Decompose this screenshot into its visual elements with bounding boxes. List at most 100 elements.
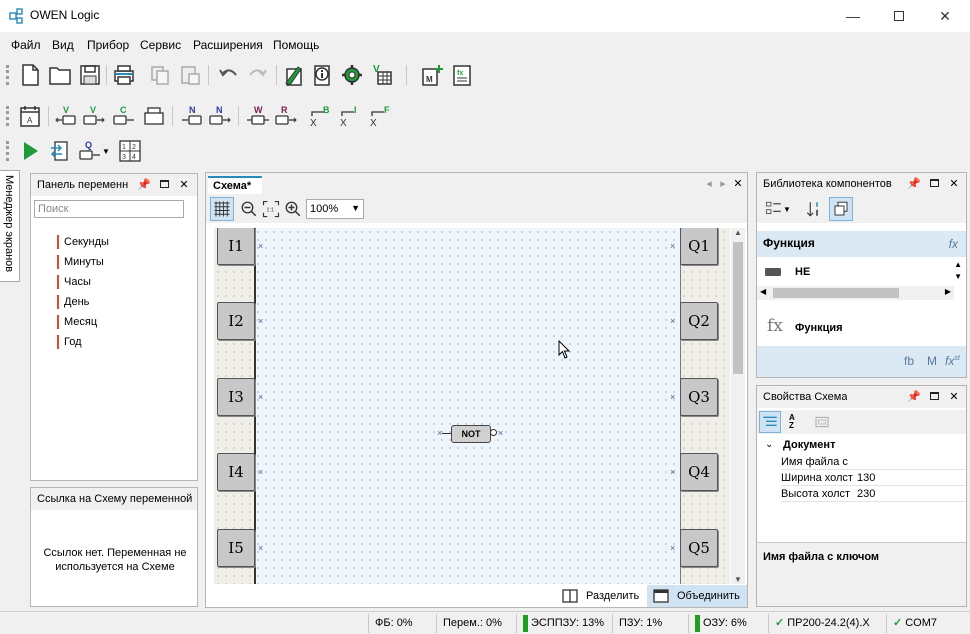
order-button[interactable]: 1234: [116, 137, 144, 165]
close-panel-icon[interactable]: ✕: [177, 177, 191, 191]
output-block-q1[interactable]: Q1: [680, 228, 718, 265]
zoom-in-button[interactable]: [282, 197, 304, 221]
zoom-actual-button[interactable]: 1:1: [260, 197, 282, 221]
input-pin[interactable]: ×: [258, 393, 264, 402]
menu-file[interactable]: Файл: [11, 38, 41, 52]
library-view-dropdown[interactable]: ▼: [761, 197, 795, 221]
undo-button[interactable]: [214, 61, 242, 89]
property-row-canvas-height[interactable]: Высота холст 230: [781, 486, 966, 502]
scroll-down-icon[interactable]: ▼: [734, 575, 742, 584]
grid-toggle-button[interactable]: [210, 197, 234, 221]
scroll-right-icon[interactable]: ▶: [945, 287, 951, 296]
scrollbar-thumb[interactable]: [773, 288, 899, 298]
screen-manager-tab[interactable]: Менеджер экранов: [0, 170, 20, 282]
pin-icon[interactable]: 📌: [907, 389, 921, 403]
net-input-button[interactable]: N: [178, 102, 206, 130]
scroll-left-icon[interactable]: ◀: [760, 287, 766, 296]
output-block-q2[interactable]: Q2: [680, 302, 718, 340]
input-block-i4[interactable]: I4: [217, 453, 255, 491]
device-info-button[interactable]: [308, 61, 336, 89]
transfer-button[interactable]: [46, 137, 74, 165]
property-value[interactable]: 230: [857, 486, 875, 502]
variable-item-seconds[interactable]: Секунды: [57, 235, 109, 249]
tab-scroll-right-icon[interactable]: ▸: [716, 176, 730, 190]
output-block-q3[interactable]: Q3: [680, 378, 718, 416]
output-pin[interactable]: ×: [670, 317, 676, 326]
open-button[interactable]: [46, 61, 74, 89]
save-button[interactable]: [76, 61, 104, 89]
device-write-button[interactable]: [280, 61, 308, 89]
int-link-button[interactable]: IX: [336, 102, 364, 130]
input-pin[interactable]: ×: [258, 242, 264, 251]
var-output-button[interactable]: V: [80, 102, 108, 130]
variable-item-hours[interactable]: Часы: [57, 275, 91, 289]
output-pin[interactable]: ×: [670, 468, 676, 477]
settings-button[interactable]: [338, 61, 366, 89]
list-horizontal-scrollbar[interactable]: ◀ ▶: [757, 286, 954, 300]
block-button[interactable]: [140, 102, 168, 130]
toolbar-grip[interactable]: [6, 65, 9, 85]
close-panel-icon[interactable]: ✕: [947, 176, 961, 190]
canvas-vertical-scrollbar[interactable]: ▲ ▼: [731, 228, 745, 584]
restore-icon[interactable]: [157, 177, 171, 191]
pin-icon[interactable]: 📌: [907, 176, 921, 190]
fb-category-icon[interactable]: fb: [904, 354, 914, 368]
categorized-button[interactable]: [759, 411, 781, 433]
bool-link-button[interactable]: BX: [306, 102, 334, 130]
not-input-pin[interactable]: ×: [437, 429, 443, 438]
variable-item-day[interactable]: День: [57, 295, 89, 309]
add-macro-button[interactable]: M: [418, 61, 446, 89]
toolbar-grip[interactable]: [6, 106, 9, 126]
read-button[interactable]: R: [272, 102, 300, 130]
copy-button[interactable]: [146, 61, 174, 89]
variables-table-button[interactable]: V: [368, 61, 396, 89]
sort-button[interactable]: [803, 197, 825, 221]
zoom-out-button[interactable]: [238, 197, 260, 221]
property-row-filename[interactable]: Имя файла с: [781, 454, 966, 470]
macro-category-icon[interactable]: M: [927, 354, 937, 368]
library-section-header[interactable]: Функция fx: [757, 231, 966, 257]
output-block-q5[interactable]: Q5: [680, 529, 718, 567]
list-scroll-up-icon[interactable]: ▲: [954, 260, 962, 269]
input-pin[interactable]: ×: [258, 468, 264, 477]
variable-item-minutes[interactable]: Минуты: [57, 255, 104, 269]
toolbar-grip[interactable]: [6, 141, 9, 161]
restore-icon[interactable]: [927, 389, 941, 403]
menu-device[interactable]: Прибор: [87, 38, 129, 52]
merge-button[interactable]: Объединить: [647, 585, 747, 607]
tab-schema[interactable]: Схема*: [208, 176, 262, 194]
close-button[interactable]: ✕: [922, 0, 968, 32]
collapse-icon[interactable]: ⌄: [765, 439, 773, 450]
schema-canvas[interactable]: I1 I2 I3 I4 I5 × × × × × Q1 Q2 Q3 Q4 Q5 …: [214, 228, 730, 584]
output-pin[interactable]: ×: [670, 242, 676, 251]
new-file-button[interactable]: [16, 61, 44, 89]
menu-view[interactable]: Вид: [52, 38, 74, 52]
output-pin[interactable]: ×: [670, 393, 676, 402]
menu-help[interactable]: Помощь: [273, 38, 319, 52]
restore-icon[interactable]: [927, 176, 941, 190]
status-port[interactable]: ✓ COM7: [886, 614, 950, 633]
menu-extensions[interactable]: Расширения: [193, 38, 263, 52]
not-output-pin[interactable]: ×: [498, 429, 504, 438]
function-button[interactable]: fx: [448, 61, 476, 89]
net-output-button[interactable]: N: [206, 102, 234, 130]
input-block-i5[interactable]: I5: [217, 529, 255, 567]
print-button[interactable]: [110, 61, 138, 89]
close-tab-icon[interactable]: ✕: [731, 176, 745, 190]
split-button[interactable]: Разделить: [556, 585, 645, 607]
input-pin[interactable]: ×: [258, 544, 264, 553]
close-panel-icon[interactable]: ✕: [947, 389, 961, 403]
output-pin[interactable]: ×: [670, 544, 676, 553]
tab-scroll-left-icon[interactable]: ◂: [702, 176, 716, 190]
const-button[interactable]: C: [110, 102, 138, 130]
library-item-not[interactable]: НЕ: [763, 264, 953, 282]
paste-button[interactable]: [176, 61, 204, 89]
input-block-i1[interactable]: I1: [217, 228, 255, 265]
property-row-canvas-width[interactable]: Ширина холст 130: [781, 470, 966, 486]
calendar-button[interactable]: A: [16, 102, 44, 130]
menu-service[interactable]: Сервис: [140, 38, 181, 52]
variables-search-input[interactable]: Поиск: [34, 200, 184, 218]
property-value[interactable]: 130: [857, 470, 875, 486]
write-button[interactable]: W: [244, 102, 272, 130]
input-block-i2[interactable]: I2: [217, 302, 255, 340]
